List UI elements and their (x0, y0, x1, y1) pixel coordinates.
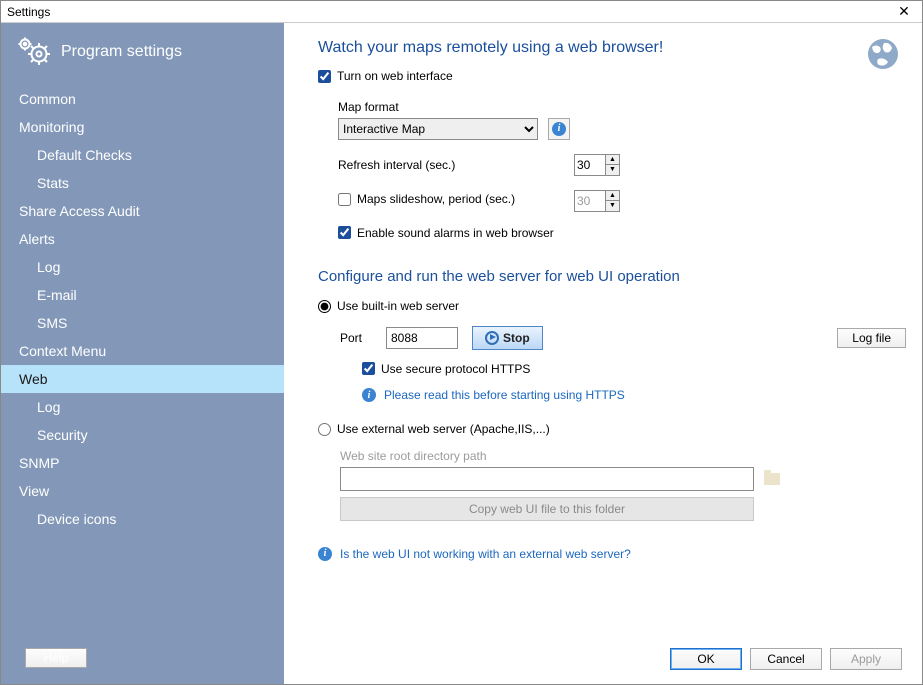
chevron-down-icon[interactable]: ▼ (606, 201, 619, 211)
root-path-input[interactable] (340, 467, 754, 491)
sound-alarms-checkbox[interactable]: Enable sound alarms in web browser (338, 226, 554, 240)
section-heading-watch: Watch your maps remotely using a web bro… (318, 39, 906, 57)
port-input[interactable] (386, 327, 458, 349)
turn-on-web-checkbox[interactable]: Turn on web interface (318, 69, 453, 83)
sidebar-header: Program settings (1, 23, 284, 85)
play-circle-icon (485, 331, 499, 345)
slideshow-checkbox[interactable]: Maps slideshow, period (sec.) (338, 192, 515, 206)
info-icon: i (362, 388, 376, 402)
window-title: Settings (7, 5, 50, 19)
sidebar-item-snmp[interactable]: SNMP (1, 449, 284, 477)
https-checkbox[interactable]: Use secure protocol HTTPS (362, 362, 530, 376)
settings-window: Settings ✕ (0, 0, 923, 685)
refresh-interval-spinner[interactable]: ▲▼ (574, 154, 620, 176)
sidebar-item-alerts[interactable]: Alerts (1, 225, 284, 253)
sidebar-item-default-checks[interactable]: Default Checks (1, 141, 284, 169)
sidebar-item-log[interactable]: Log (1, 253, 284, 281)
chevron-up-icon[interactable]: ▲ (606, 191, 619, 202)
folder-icon (764, 473, 780, 485)
info-icon: i (318, 547, 332, 561)
apply-button[interactable]: Apply (830, 648, 902, 670)
content-panel: Watch your maps remotely using a web bro… (284, 23, 922, 684)
map-format-label: Map format (338, 100, 906, 114)
chevron-up-icon[interactable]: ▲ (606, 155, 619, 166)
info-icon: i (552, 122, 566, 136)
help-button[interactable]: Help (25, 648, 87, 668)
sidebar-item-stats[interactable]: Stats (1, 169, 284, 197)
sidebar-item-common[interactable]: Common (1, 85, 284, 113)
copy-web-ui-button[interactable]: Copy web UI file to this folder (340, 497, 754, 521)
external-server-radio[interactable]: Use external web server (Apache,IIS,...) (318, 422, 550, 436)
sidebar-item-monitoring[interactable]: Monitoring (1, 113, 284, 141)
sidebar-nav: CommonMonitoringDefault ChecksStatsShare… (1, 85, 284, 638)
sidebar-item-share-access-audit[interactable]: Share Access Audit (1, 197, 284, 225)
browse-folder-button[interactable] (760, 467, 784, 491)
log-file-button[interactable]: Log file (837, 328, 906, 348)
root-path-label: Web site root directory path (340, 449, 906, 463)
close-icon[interactable]: ✕ (888, 2, 920, 22)
sidebar: Program settings CommonMonitoringDefault… (1, 23, 284, 684)
ok-button[interactable]: OK (670, 648, 742, 670)
cancel-button[interactable]: Cancel (750, 648, 822, 670)
troubleshoot-link[interactable]: Is the web UI not working with an extern… (340, 547, 631, 561)
builtin-server-radio[interactable]: Use built-in web server (318, 299, 459, 313)
sidebar-heading: Program settings (61, 43, 182, 61)
sidebar-item-web[interactable]: Web (1, 365, 284, 393)
sidebar-item-log[interactable]: Log (1, 393, 284, 421)
titlebar: Settings ✕ (1, 1, 922, 23)
globe-icon (866, 37, 900, 74)
section-heading-configure: Configure and run the web server for web… (318, 268, 906, 285)
sidebar-item-security[interactable]: Security (1, 421, 284, 449)
map-format-info-button[interactable]: i (548, 118, 570, 140)
map-format-select[interactable]: Interactive Map (338, 118, 538, 140)
sidebar-item-device-icons[interactable]: Device icons (1, 505, 284, 533)
dialog-buttons: OK Cancel Apply (670, 648, 902, 670)
sidebar-item-sms[interactable]: SMS (1, 309, 284, 337)
https-info-link[interactable]: Please read this before starting using H… (384, 388, 625, 402)
stop-button[interactable]: Stop (472, 326, 543, 350)
slideshow-period-spinner[interactable]: ▲▼ (574, 190, 620, 212)
sidebar-item-e-mail[interactable]: E-mail (1, 281, 284, 309)
sidebar-item-view[interactable]: View (1, 477, 284, 505)
chevron-down-icon[interactable]: ▼ (606, 165, 619, 175)
refresh-interval-label: Refresh interval (sec.) (338, 158, 574, 172)
sidebar-item-context-menu[interactable]: Context Menu (1, 337, 284, 365)
port-label: Port (340, 331, 372, 345)
gears-icon (17, 37, 51, 67)
